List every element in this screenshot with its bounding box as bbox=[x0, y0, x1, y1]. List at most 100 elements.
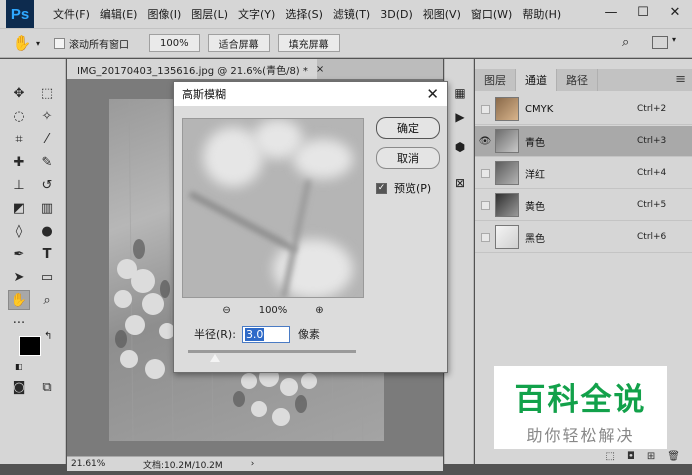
menu-file[interactable]: 文件(F) bbox=[48, 6, 95, 22]
channel-row-cyan[interactable]: 👁 青色 Ctrl+3 bbox=[475, 126, 692, 157]
document-tab[interactable]: IMG_20170403_135616.jpg @ 21.6%(青色/8) * … bbox=[67, 59, 324, 79]
visibility-toggle[interactable] bbox=[475, 94, 495, 125]
channel-shortcut: Ctrl+4 bbox=[637, 168, 667, 178]
menu-filter[interactable]: 滤镜(T) bbox=[328, 6, 375, 22]
history-brush-tool-icon[interactable]: ↺ bbox=[36, 175, 58, 195]
menu-type[interactable]: 文字(Y) bbox=[233, 6, 280, 22]
fill-screen-button[interactable]: 填充屏幕 bbox=[277, 34, 340, 52]
zoom-controls: ⊖ 100% ⊕ bbox=[182, 302, 364, 318]
new-channel-icon[interactable]: ⊞ bbox=[647, 451, 655, 462]
panel-tabs: 图层 通道 路径 bbox=[475, 69, 692, 91]
actions-panel-icon[interactable]: ▶ bbox=[450, 107, 470, 127]
radius-input[interactable]: 3.0 bbox=[241, 325, 290, 343]
channel-row-black[interactable]: 黑色 Ctrl+6 bbox=[475, 222, 692, 253]
workspace-icon[interactable] bbox=[652, 36, 668, 49]
visibility-toggle[interactable] bbox=[475, 190, 495, 221]
history-panel-icon[interactable]: ▦ bbox=[450, 83, 470, 103]
menu-image[interactable]: 图像(I) bbox=[142, 6, 186, 22]
channel-row-cmyk[interactable]: CMYK Ctrl+2 bbox=[475, 94, 692, 125]
menu-window[interactable]: 窗口(W) bbox=[466, 6, 517, 22]
preview-checkbox-row[interactable]: ✓ 预览(P) bbox=[376, 180, 431, 196]
clone-stamp-tool-icon[interactable]: ⊥ bbox=[8, 175, 30, 195]
zoom-100-button[interactable]: 100% bbox=[149, 34, 200, 52]
channel-row-magenta[interactable]: 洋红 Ctrl+4 bbox=[475, 158, 692, 189]
more-tools-icon[interactable]: ··· bbox=[8, 313, 30, 333]
magic-wand-tool-icon[interactable]: ✧ bbox=[36, 106, 58, 126]
menu-view[interactable]: 视图(V) bbox=[418, 6, 466, 22]
foreground-color-swatch[interactable] bbox=[19, 336, 41, 356]
fit-screen-button[interactable]: 适合屏幕 bbox=[207, 34, 270, 52]
swap-colors-icon[interactable]: ↰ bbox=[44, 331, 52, 342]
ok-button[interactable]: 确定 bbox=[376, 117, 440, 139]
screen-mode-icon[interactable]: ⧉ bbox=[36, 377, 58, 397]
channel-row-yellow[interactable]: 黄色 Ctrl+5 bbox=[475, 190, 692, 221]
eraser-tool-icon[interactable]: ◩ bbox=[8, 198, 30, 218]
path-selection-tool-icon[interactable]: ➤ bbox=[8, 267, 30, 287]
gradient-tool-icon[interactable]: ▥ bbox=[36, 198, 58, 218]
close-window-button[interactable]: ✕ bbox=[660, 0, 690, 24]
save-selection-icon[interactable]: ◘ bbox=[627, 451, 635, 462]
preview-checkbox[interactable]: ✓ bbox=[376, 182, 387, 194]
panel-icon-strip: ▦ ▶ ⬢ ⊠ bbox=[444, 59, 474, 464]
panel-menu-icon[interactable]: ≡ bbox=[675, 72, 686, 87]
menu-3d[interactable]: 3D(D) bbox=[375, 8, 418, 21]
status-zoom[interactable]: 21.61% bbox=[71, 459, 131, 469]
tab-layers[interactable]: 图层 bbox=[475, 69, 516, 91]
quick-mask-icon[interactable]: ◙ bbox=[8, 377, 30, 397]
menu-select[interactable]: 选择(S) bbox=[280, 6, 328, 22]
dialog-title-bar: 高斯模糊 bbox=[174, 82, 447, 106]
maximize-button[interactable]: ☐ bbox=[628, 0, 658, 24]
brush-tool-icon[interactable]: ✎ bbox=[36, 152, 58, 172]
menu-edit[interactable]: 编辑(E) bbox=[95, 6, 143, 22]
default-colors-icon[interactable]: ◧ bbox=[15, 362, 23, 371]
marquee-tool-icon[interactable]: ⬚ bbox=[36, 83, 58, 103]
tab-channels[interactable]: 通道 bbox=[516, 69, 557, 91]
status-doc-size: 文档:10.2M/10.2M bbox=[143, 460, 223, 471]
type-tool-icon[interactable]: T bbox=[36, 244, 58, 264]
3d-panel-icon[interactable]: ⬢ bbox=[450, 137, 470, 157]
minimize-button[interactable]: — bbox=[596, 0, 626, 24]
close-tab-icon[interactable]: × bbox=[316, 64, 324, 75]
channel-name: 洋红 bbox=[525, 169, 545, 181]
load-selection-icon[interactable]: ⬚ bbox=[606, 451, 615, 462]
zoom-out-icon[interactable]: ⊖ bbox=[222, 305, 230, 316]
radius-slider-track[interactable] bbox=[188, 350, 356, 353]
search-icon[interactable]: ⌕ bbox=[622, 35, 629, 50]
healing-brush-tool-icon[interactable]: ✚ bbox=[8, 152, 30, 172]
photoshop-logo: Ps bbox=[6, 0, 34, 28]
hand-tool-icon[interactable]: ✋ bbox=[8, 290, 30, 310]
radius-slider-thumb[interactable] bbox=[209, 354, 220, 362]
dodge-tool-icon[interactable]: ● bbox=[36, 221, 58, 241]
trash-icon[interactable]: 🗑 bbox=[667, 451, 680, 462]
eye-icon[interactable]: 👁 bbox=[475, 126, 495, 157]
move-tool-icon[interactable]: ✥ bbox=[8, 83, 30, 103]
lasso-tool-icon[interactable]: ◌ bbox=[8, 106, 30, 126]
toolbox: ✥ ⬚ ◌ ✧ ⌗ ⁄ ✚ ✎ ⊥ ↺ ◩ ▥ ◊ ● ✒ T ➤ ▭ ✋ ⌕ … bbox=[0, 59, 66, 464]
scroll-all-windows-checkbox[interactable] bbox=[54, 37, 66, 49]
radius-unit: 像素 bbox=[297, 328, 320, 341]
channel-shortcut: Ctrl+5 bbox=[637, 200, 667, 210]
dialog-close-icon[interactable]: ✕ bbox=[426, 85, 439, 103]
rectangle-tool-icon[interactable]: ▭ bbox=[36, 267, 58, 287]
channel-name: 黄色 bbox=[525, 201, 545, 213]
eyedropper-tool-icon[interactable]: ⁄ bbox=[36, 129, 58, 149]
zoom-in-icon[interactable]: ⊕ bbox=[315, 305, 323, 316]
pen-tool-icon[interactable]: ✒ bbox=[8, 244, 30, 264]
watermark-subtitle: 助你轻松解决 bbox=[526, 426, 635, 445]
zoom-tool-icon[interactable]: ⌕ bbox=[36, 290, 58, 310]
menu-help[interactable]: 帮助(H) bbox=[517, 6, 566, 22]
properties-panel-icon[interactable]: ⊠ bbox=[450, 173, 470, 193]
status-arrow-icon[interactable]: › bbox=[251, 459, 255, 469]
tab-paths[interactable]: 路径 bbox=[557, 69, 598, 91]
visibility-toggle[interactable] bbox=[475, 222, 495, 253]
crop-tool-icon[interactable]: ⌗ bbox=[8, 129, 30, 149]
blur-tool-icon[interactable]: ◊ bbox=[8, 221, 30, 241]
chevron-down-icon[interactable]: ▾ bbox=[36, 39, 40, 48]
menu-layer[interactable]: 图层(L) bbox=[186, 6, 233, 22]
radius-value: 3.0 bbox=[244, 327, 265, 341]
cancel-button[interactable]: 取消 bbox=[376, 147, 440, 169]
visibility-toggle[interactable] bbox=[475, 158, 495, 189]
hand-tool-preset-icon[interactable]: ✋ bbox=[8, 34, 36, 52]
blur-preview[interactable] bbox=[182, 118, 364, 298]
workspace-chevron-icon[interactable]: ▾ bbox=[672, 35, 676, 44]
